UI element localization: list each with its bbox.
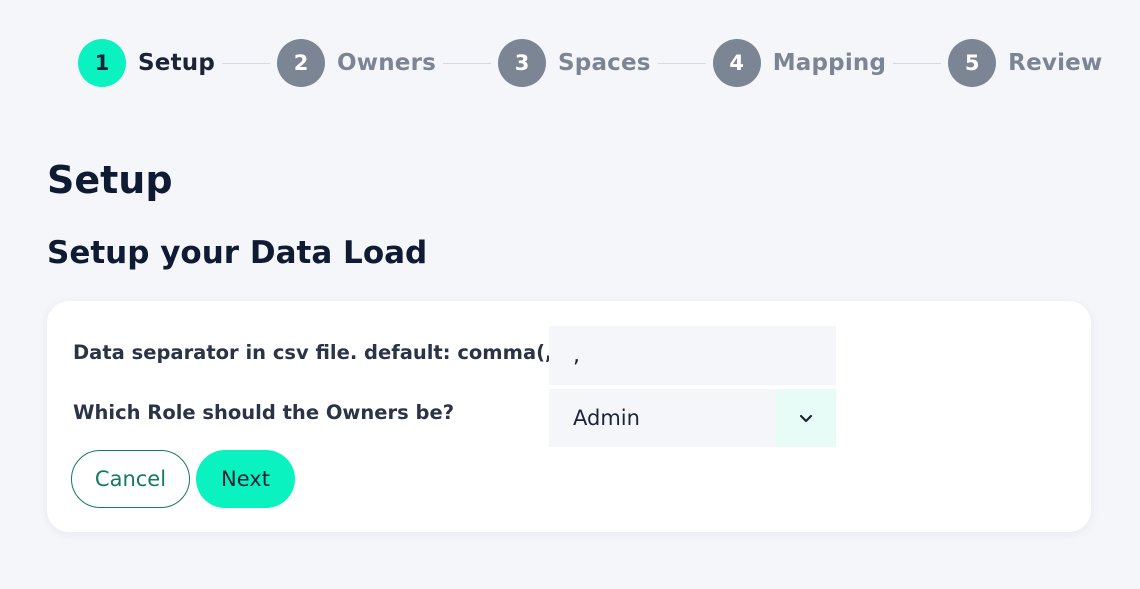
step-connector	[657, 62, 706, 64]
step-review[interactable]: 5 Review	[948, 39, 1102, 87]
step-label: Mapping	[772, 50, 887, 76]
step-owners[interactable]: 2 Owners	[277, 39, 436, 87]
step-number: 1	[78, 39, 126, 87]
step-number: 2	[277, 39, 325, 87]
role-select-value: Admin	[573, 406, 640, 430]
step-number: 3	[498, 39, 547, 87]
step-connector	[443, 62, 492, 64]
separator-input[interactable]	[549, 326, 836, 385]
chevron-down-icon[interactable]	[776, 389, 836, 447]
page: 1 Setup 2 Owners 3 Spaces 4 Mapping 5 Re…	[0, 0, 1140, 589]
step-mapping[interactable]: 4 Mapping	[712, 39, 887, 87]
step-label: Review	[1008, 50, 1103, 76]
next-button[interactable]: Next	[196, 450, 295, 508]
role-select[interactable]: Admin	[549, 389, 836, 447]
role-label: Which Role should the Owners be?	[73, 401, 455, 424]
step-connector	[893, 62, 942, 64]
wizard-stepper: 1 Setup 2 Owners 3 Spaces 4 Mapping 5 Re…	[78, 39, 1102, 87]
step-label: Spaces	[558, 50, 651, 76]
cancel-button[interactable]: Cancel	[71, 450, 190, 508]
separator-label: Data separator in csv file. default: com…	[73, 341, 576, 364]
step-number: 5	[948, 39, 997, 87]
step-setup[interactable]: 1 Setup	[78, 39, 215, 87]
setup-form-card: Data separator in csv file. default: com…	[47, 301, 1091, 532]
step-connector	[222, 62, 270, 64]
page-title: Setup	[47, 158, 173, 202]
step-spaces[interactable]: 3 Spaces	[498, 39, 651, 87]
step-label: Owners	[337, 50, 437, 76]
step-label: Setup	[138, 50, 215, 76]
page-subtitle: Setup your Data Load	[47, 235, 428, 271]
step-number: 4	[712, 39, 761, 87]
